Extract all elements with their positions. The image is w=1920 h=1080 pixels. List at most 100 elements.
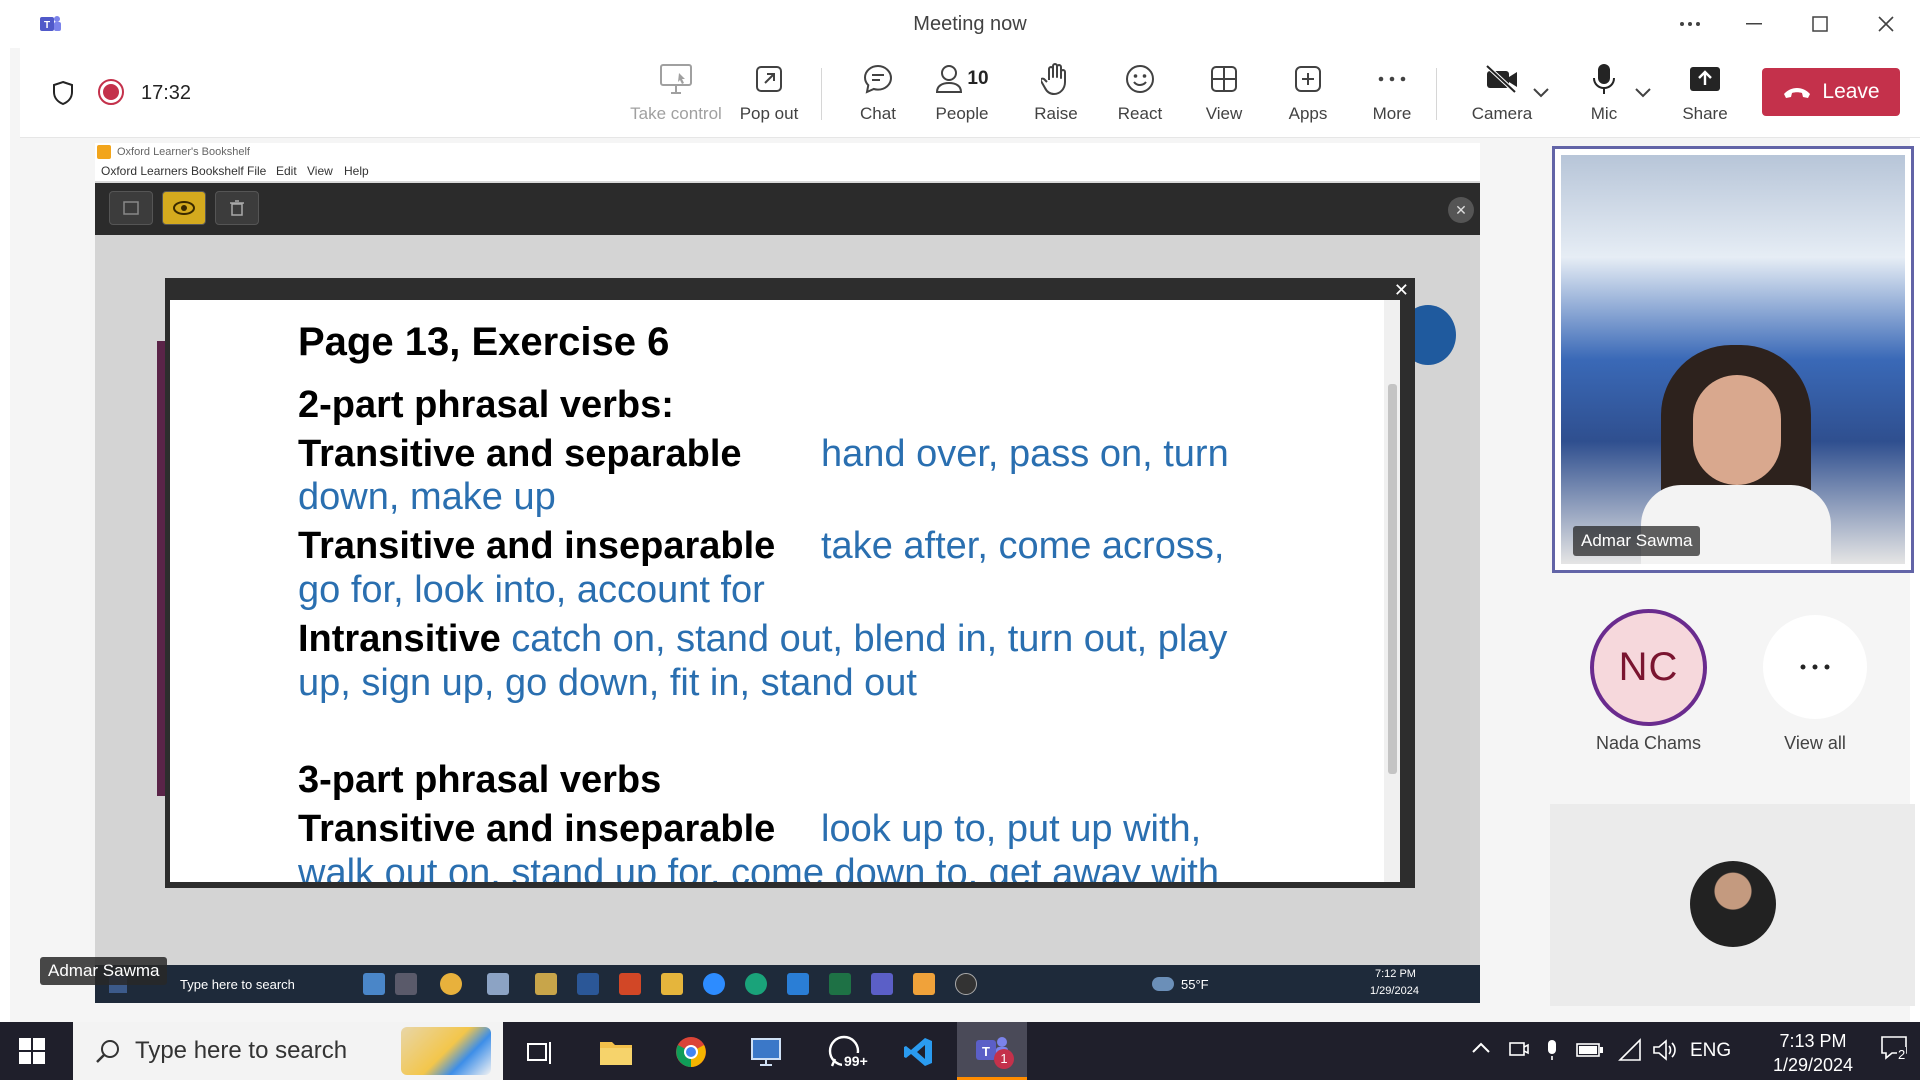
teams-badge: 1 <box>994 1049 1014 1069</box>
volume-icon[interactable] <box>1652 1038 1678 1062</box>
cloud-icon <box>1152 977 1174 991</box>
wifi-icon[interactable] <box>1618 1038 1642 1062</box>
folder-icon <box>600 1042 632 1065</box>
popup-scrollbar[interactable] <box>1384 300 1400 882</box>
more-horizontal-icon <box>1378 76 1406 82</box>
window-more-button[interactable] <box>1670 8 1710 40</box>
chat-label: Chat <box>860 104 896 123</box>
exercise-popup: ✕ Page 13, Exercise 6 2-part phrasal ver… <box>165 278 1415 888</box>
participant-video-tile[interactable]: Admar Sawma <box>1552 146 1914 573</box>
leave-button[interactable]: Leave <box>1762 68 1900 116</box>
self-view-tile[interactable] <box>1550 804 1915 1006</box>
add-app-icon <box>1295 66 1321 92</box>
pop-out-button[interactable]: Pop out <box>727 60 811 130</box>
window-title: Meeting now <box>913 13 1027 35</box>
menu-item[interactable]: Help <box>344 164 369 178</box>
people-icon <box>936 65 963 93</box>
select-tool-button[interactable] <box>109 191 153 225</box>
chrome-button[interactable] <box>671 1033 711 1071</box>
whatsapp-button[interactable]: 99+ <box>824 1033 870 1071</box>
more-horizontal-icon <box>1800 664 1830 670</box>
close-panel-icon[interactable]: ✕ <box>1448 197 1474 223</box>
participant-name: Nada Chams <box>1595 733 1702 753</box>
camera-button[interactable]: Camera <box>1460 60 1544 130</box>
popup-close-icon[interactable]: ✕ <box>1394 280 1409 301</box>
menu-item[interactable]: File <box>247 164 266 178</box>
maximize-button[interactable] <box>1800 8 1840 40</box>
clock-time: 7:13 PM <box>1779 1031 1847 1051</box>
share-screen-icon <box>1690 67 1720 91</box>
app-icon <box>487 973 509 995</box>
three-part-inseparable-label: Transitive and inseparable <box>298 808 776 850</box>
separable-verbs-cont: down, make up <box>298 476 556 518</box>
take-control-button[interactable]: Take control <box>630 60 722 130</box>
scrollbar-thumb[interactable] <box>1388 384 1397 774</box>
taskbar-clock[interactable]: 7:13 PM 1/29/2024 <box>1758 1029 1868 1077</box>
vscode-button[interactable] <box>898 1033 938 1071</box>
inseparable-label: Transitive and inseparable <box>298 525 776 567</box>
raise-hand-button[interactable]: Raise <box>1014 60 1098 130</box>
meet-now-icon[interactable] <box>1508 1038 1530 1060</box>
remote-app-button[interactable] <box>746 1033 786 1071</box>
pop-out-icon <box>756 66 782 92</box>
svg-text:T: T <box>982 1044 990 1059</box>
menu-item[interactable]: Oxford Learners Bookshelf <box>101 164 244 178</box>
minimize-button[interactable] <box>1734 8 1774 40</box>
apps-button[interactable]: Apps <box>1266 60 1350 130</box>
menu-item[interactable]: View <box>307 164 333 178</box>
react-button[interactable]: React <box>1098 60 1182 130</box>
share-label: Share <box>1682 104 1728 123</box>
shared-taskbar: Type here to search 55°F 7:12 PM 1/29/20… <box>95 965 1480 1003</box>
notifications-button[interactable]: 2 <box>1880 1035 1912 1067</box>
word-icon <box>577 973 599 995</box>
participant-avatar[interactable]: NC <box>1590 609 1707 726</box>
take-control-icon <box>660 64 692 94</box>
view-all-button[interactable] <box>1763 615 1867 719</box>
shared-taskbar-search: Type here to search <box>180 977 295 992</box>
chrome-icon <box>440 973 462 995</box>
remote-desktop-icon <box>751 1038 781 1066</box>
chevron-up-icon[interactable] <box>1472 1042 1490 1054</box>
windows-taskbar: Type here to search 99+ T 1 ENG 7:13 PM … <box>0 1022 1920 1080</box>
close-window-button[interactable] <box>1866 8 1906 40</box>
take-control-label: Take control <box>630 104 722 123</box>
view-button[interactable]: View <box>1182 60 1266 130</box>
excel-icon <box>829 973 851 995</box>
task-view-button[interactable] <box>520 1033 560 1071</box>
language-indicator[interactable]: ENG <box>1690 1040 1731 1062</box>
camera-options-chevron-icon[interactable] <box>1533 88 1549 98</box>
search-highlight-icon <box>401 1027 491 1075</box>
shared-app-titlebar: Oxford Learner's Bookshelf <box>95 143 1480 161</box>
people-button[interactable]: 10 People <box>920 60 1004 130</box>
separable-verbs: hand over, pass on, turn <box>821 433 1229 475</box>
eye-tool-button[interactable] <box>162 191 206 225</box>
shared-clock-time: 7:12 PM <box>1375 968 1416 980</box>
shared-app-toolbar: ✕ <box>95 183 1480 235</box>
mic-button[interactable]: Mic <box>1562 60 1646 130</box>
teams-icon <box>871 973 893 995</box>
windows-start-icon[interactable] <box>18 1037 46 1065</box>
taskbar-search-text: Type here to search <box>135 1037 348 1064</box>
people-count: 10 <box>967 68 989 89</box>
delete-tool-button[interactable] <box>215 191 259 225</box>
mic-options-chevron-icon[interactable] <box>1635 88 1651 98</box>
taskbar-search-box[interactable]: Type here to search <box>73 1022 503 1080</box>
presenter-name-tag: Admar Sawma <box>40 957 168 985</box>
share-button[interactable]: Share <box>1663 60 1747 130</box>
shared-app-title: Oxford Learner's Bookshelf <box>117 146 250 158</box>
people-label: People <box>935 104 989 123</box>
file-explorer-button[interactable] <box>596 1033 636 1071</box>
intransitive-label: Intransitive <box>298 618 501 660</box>
more-actions-button[interactable]: More <box>1350 60 1434 130</box>
battery-icon[interactable] <box>1576 1042 1604 1058</box>
apps-label: Apps <box>1288 104 1328 123</box>
leave-label: Leave <box>1822 80 1880 103</box>
meeting-toolbar: 17:32 Take control Pop out Chat 10 Peopl… <box>20 48 1920 138</box>
video-face <box>1693 375 1781 485</box>
menu-item[interactable]: Edit <box>276 164 297 178</box>
teams-taskbar-button[interactable]: T 1 <box>957 1022 1027 1080</box>
exercise-page: Page 13, Exercise 6 2-part phrasal verbs… <box>170 300 1400 882</box>
video-participant-name: Admar Sawma <box>1573 526 1701 556</box>
tray-mic-icon[interactable] <box>1544 1038 1560 1062</box>
chat-button[interactable]: Chat <box>836 60 920 130</box>
